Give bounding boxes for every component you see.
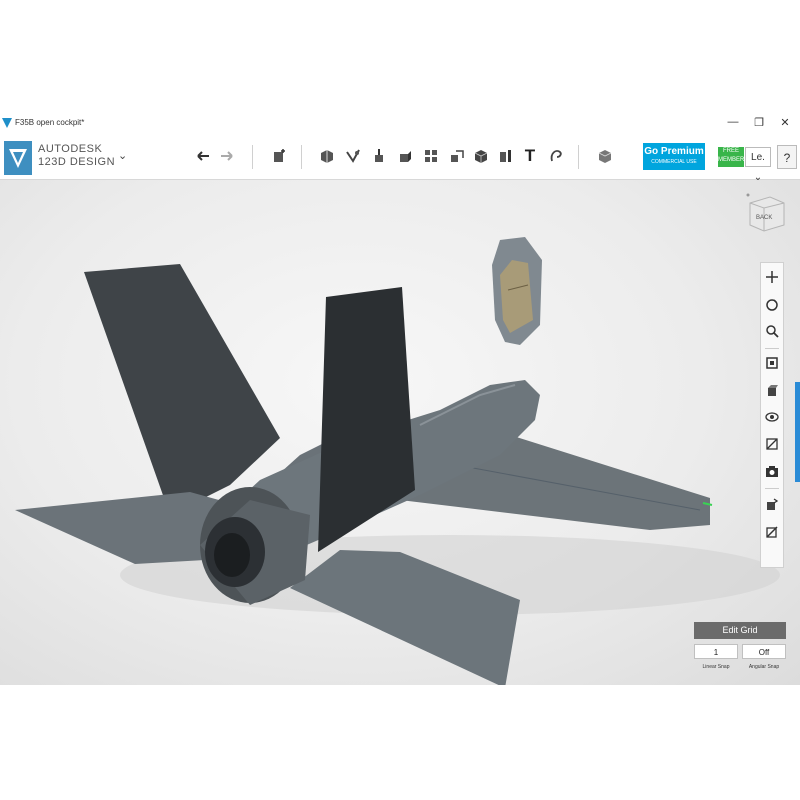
go-premium-label: Go Premium — [644, 146, 704, 157]
user-name: Le. — [751, 152, 765, 163]
grid-panel: Edit Grid 1 Off Linear Snap Angular Snap — [694, 622, 786, 682]
go-premium-button[interactable]: Go Premium COMMERCIAL USE — [643, 143, 705, 170]
brand-line1: AUTODESK — [38, 143, 103, 155]
text-icon: T — [524, 146, 536, 165]
toolbar-separator — [252, 145, 253, 169]
hide-button[interactable] — [764, 524, 780, 540]
window-title: F35B open cockpit* — [15, 118, 85, 127]
left-tail-fin — [84, 264, 280, 515]
free-member-badge: FREE MEMBER — [718, 147, 744, 167]
pattern-tool[interactable] — [420, 145, 442, 167]
aircraft-model[interactable] — [0, 180, 800, 685]
material-icon — [598, 150, 612, 163]
combine-icon — [474, 150, 488, 163]
fit-button[interactable] — [764, 355, 780, 371]
viewcube[interactable] — [746, 193, 786, 235]
transform-icon — [274, 149, 285, 162]
3d-viewport[interactable]: BACK Edit Grid 1 Off Linear Snap Angular… — [0, 180, 800, 685]
go-premium-sublabel: COMMERCIAL USE — [651, 159, 697, 165]
maximize-button[interactable]: ❐ — [748, 116, 770, 129]
autodesk-logo-icon — [4, 141, 32, 175]
canopy-glass — [500, 260, 533, 333]
undo-button[interactable] — [192, 145, 214, 167]
view-button[interactable] — [764, 383, 780, 399]
nav-separator — [765, 488, 779, 489]
nav-separator — [765, 348, 779, 349]
pan-button[interactable] — [764, 269, 780, 285]
chevron-down-icon: ⌄ — [118, 150, 128, 162]
brand-line2: 123D DESIGN — [38, 156, 116, 168]
redo-icon — [221, 151, 233, 161]
side-panel-tab[interactable] — [795, 382, 800, 482]
viewcube-label: BACK — [756, 215, 773, 221]
title-bar: F35B open cockpit* — ❐ ✕ — [0, 113, 800, 135]
screenshot-button[interactable] — [764, 463, 780, 479]
main-toolbar: AUTODESK 123D DESIGN ⌄ T Go Premium COMM… — [0, 135, 800, 183]
view-icon — [768, 385, 778, 396]
right-tail-fin — [318, 287, 415, 552]
sketch-icon — [346, 149, 360, 163]
angular-snap-label: Angular Snap — [748, 664, 780, 670]
grouping-icon — [451, 150, 464, 162]
primitives-icon — [321, 150, 333, 163]
primitives-tool[interactable] — [316, 145, 338, 167]
fit-icon — [766, 357, 778, 369]
measure-tool[interactable] — [494, 145, 516, 167]
app-logo-icon — [2, 118, 12, 128]
navigation-bar — [760, 262, 784, 568]
app-menu-button[interactable]: AUTODESK 123D DESIGN ⌄ — [4, 141, 134, 175]
materials-button[interactable] — [764, 436, 780, 452]
construct-icon — [375, 149, 383, 162]
linear-snap-label: Linear Snap — [702, 664, 730, 670]
materials-icon — [766, 438, 778, 450]
hide-icon — [766, 526, 778, 538]
modify-tool[interactable] — [394, 145, 416, 167]
zoom-icon — [766, 325, 779, 338]
transform-tool[interactable] — [268, 145, 290, 167]
edit-grid-button[interactable]: Edit Grid — [694, 622, 786, 639]
app-window: F35B open cockpit* — ❐ ✕ AUTODESK 123D D… — [0, 113, 800, 685]
linear-snap-field[interactable]: 1 — [694, 644, 738, 659]
orbit-icon — [766, 299, 778, 311]
pan-icon — [766, 271, 778, 283]
toolbar-separator — [301, 145, 302, 169]
text-tool[interactable]: T — [519, 145, 541, 167]
angular-snap-field[interactable]: Off — [742, 644, 786, 659]
pattern-icon — [425, 150, 437, 162]
close-button[interactable]: ✕ — [774, 116, 796, 129]
visibility-icon — [765, 412, 779, 422]
toolbar-separator — [578, 145, 579, 169]
material-tool[interactable] — [594, 145, 616, 167]
screenshot-icon — [766, 466, 778, 477]
measure-icon — [500, 150, 511, 162]
exhaust-core — [214, 533, 250, 577]
orbit-button[interactable] — [764, 297, 780, 313]
zoom-button[interactable] — [764, 323, 780, 339]
construct-tool[interactable] — [368, 145, 390, 167]
combine-tool[interactable] — [470, 145, 492, 167]
visibility-button[interactable] — [764, 409, 780, 425]
snap-tool[interactable] — [545, 145, 567, 167]
sketch-tool[interactable] — [342, 145, 364, 167]
modify-icon — [400, 151, 411, 162]
redo-button[interactable] — [216, 145, 238, 167]
show-button[interactable] — [764, 496, 780, 512]
grouping-tool[interactable] — [446, 145, 468, 167]
user-menu-button[interactable]: Le. ⌄ — [745, 147, 771, 183]
minimize-button[interactable]: — — [722, 116, 744, 128]
help-button[interactable]: ? — [777, 145, 797, 169]
show-icon — [767, 498, 779, 510]
undo-icon — [197, 151, 209, 161]
snap-icon — [550, 150, 562, 162]
